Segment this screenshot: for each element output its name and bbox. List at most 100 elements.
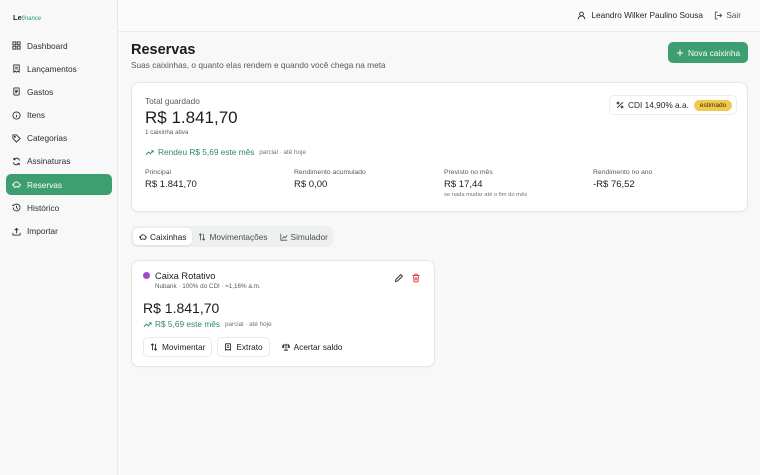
tab-label: Movimentações (209, 231, 268, 242)
file-icon (13, 87, 20, 96)
estimate-badge: estimado (693, 99, 733, 111)
sidebar-item-label: Histórico (27, 202, 60, 213)
sidebar-item-label: Categorias (27, 133, 68, 144)
tag-icon (12, 134, 21, 143)
sidebar-item-historico[interactable]: Histórico (6, 197, 112, 218)
logout-icon (715, 11, 723, 19)
trash-icon[interactable] (411, 273, 421, 283)
tab-bar: Caixinhas Movimentações Simulador (131, 226, 333, 247)
total-label: Total guardado (145, 96, 200, 106)
tab-simulador[interactable]: Simulador (274, 228, 334, 245)
sidebar-item-label: Assinaturas (27, 156, 71, 167)
brand-logo[interactable]: Le finance (13, 13, 41, 22)
box-earned-note: parcial · até hoje (225, 320, 272, 328)
sidebar-item-label: Itens (27, 110, 45, 121)
move-button[interactable]: Movimentar (143, 337, 213, 357)
layout-icon (12, 41, 21, 50)
page-subtitle: Suas caixinhas, o quanto elas rendem e q… (131, 60, 386, 70)
history-icon (12, 203, 21, 212)
user-menu[interactable]: Leandro Wilker Paulino Sousa (577, 10, 703, 20)
active-count: 1 caixinha ativa (145, 129, 189, 136)
metric-value: R$ 1.841,70 (145, 179, 197, 190)
tab-caixinhas[interactable]: Caixinhas (133, 228, 193, 245)
metric-label: Rendimento acumulado (294, 169, 366, 176)
box-meta: Nubank · 100% do CDI · ≈1,16% a.m. (155, 283, 261, 290)
savings-box-card: Caixa Rotativo Nubank · 100% do CDI · ≈1… (131, 260, 435, 367)
user-name: Leandro Wilker Paulino Sousa (591, 10, 703, 20)
metric-label: Principal (145, 169, 172, 176)
chart-icon (279, 233, 288, 241)
upload-icon (12, 227, 21, 236)
sidebar-item-importar[interactable]: Importar (6, 221, 112, 242)
box-name: Caixa Rotativo (155, 271, 216, 281)
trending-up-icon (143, 321, 152, 327)
sidebar-item-label: Reservas (27, 179, 63, 190)
sidebar-item-label: Lançamentos (27, 63, 77, 74)
metric-label: Rendimento no ano (593, 169, 653, 176)
info-icon (12, 111, 21, 120)
brand-prefix: Le (13, 13, 22, 22)
metric-year: Rendimento no ano -R$ 76,52 (593, 169, 652, 190)
sidebar-item-gastos[interactable]: Gastos (6, 81, 112, 102)
box-earned-row: R$ 5,69 este mês parcial · até hoje (143, 319, 272, 329)
swap-icon (150, 343, 158, 351)
sidebar-nav: Dashboard Lançamentos Gastos Itens Categ… (6, 35, 112, 244)
tab-label: Simulador (290, 231, 328, 242)
box-actions: Movimentar Extrato Acertar saldo (143, 337, 355, 357)
move-label: Movimentar (162, 342, 206, 352)
scale-icon (281, 343, 290, 351)
logout-button[interactable]: Sair (714, 10, 741, 20)
earned-text: Rendeu R$ 5,69 este mês (158, 147, 255, 157)
sidebar-item-reservas[interactable]: Reservas (6, 174, 112, 196)
summary-card: Total guardado R$ 1.841,70 1 caixinha at… (131, 82, 748, 212)
receipt-icon (225, 343, 232, 351)
new-box-button[interactable]: Nova caixinha (668, 42, 748, 63)
tab-label: Caixinhas (150, 231, 187, 242)
cdi-indicator: CDI 14,90% a.a. estimado (609, 95, 737, 115)
sidebar: Le finance Dashboard Lançamentos Gastos I… (0, 0, 118, 475)
refresh-icon (12, 157, 21, 166)
adjust-balance-label: Acertar saldo (293, 342, 343, 352)
sidebar-item-assinaturas[interactable]: Assinaturas (6, 151, 112, 172)
metric-value: R$ 17,44 (444, 179, 483, 190)
new-box-label: Nova caixinha (687, 47, 741, 58)
piggy-icon (12, 181, 21, 188)
metric-value: R$ 0,00 (294, 179, 328, 190)
plus-icon (676, 49, 684, 56)
statement-label: Extrato (236, 342, 263, 352)
adjust-balance-button[interactable]: Acertar saldo (275, 337, 350, 357)
metric-forecast: Previsto no mês R$ 17,44 se nada mudar a… (444, 169, 527, 198)
logout-label: Sair (726, 10, 741, 20)
top-bar: Leandro Wilker Paulino Sousa Sair (118, 0, 760, 32)
sidebar-item-label: Gastos (27, 86, 54, 97)
box-value: R$ 1.841,70 (143, 300, 220, 316)
metric-label: Previsto no mês (444, 169, 493, 176)
total-value: R$ 1.841,70 (145, 108, 238, 127)
brand-suffix: finance (21, 16, 42, 22)
sidebar-item-label: Dashboard (27, 40, 68, 51)
sidebar-item-lancamentos[interactable]: Lançamentos (6, 58, 112, 79)
metric-principal: Principal R$ 1.841,70 (145, 169, 197, 190)
earned-note: parcial · até hoje (259, 148, 306, 156)
box-earned-text: R$ 5,69 este mês (155, 319, 221, 329)
percent-icon (616, 101, 624, 109)
page-title: Reservas (131, 42, 196, 58)
piggy-icon (139, 233, 147, 240)
receipt-icon (13, 64, 20, 74)
swap-icon (199, 232, 206, 241)
cdi-label: CDI 14,90% a.a. (628, 100, 689, 110)
statement-button[interactable]: Extrato (217, 337, 270, 357)
user-icon (578, 11, 586, 19)
box-color-dot (143, 272, 150, 279)
metric-value: -R$ 76,52 (593, 179, 635, 190)
sidebar-item-categorias[interactable]: Categorias (6, 128, 112, 149)
edit-icon[interactable] (394, 273, 404, 283)
sidebar-item-label: Importar (27, 226, 58, 236)
sidebar-item-dashboard[interactable]: Dashboard (6, 35, 112, 56)
sidebar-item-itens[interactable]: Itens (6, 105, 112, 126)
metric-note: se nada mudar até o fim do mês (444, 192, 528, 198)
tab-movimentacoes[interactable]: Movimentações (192, 228, 273, 245)
earned-row: Rendeu R$ 5,69 este mês parcial · até ho… (145, 147, 306, 157)
trending-up-icon (145, 149, 154, 155)
metric-accumulated: Rendimento acumulado R$ 0,00 (294, 169, 366, 190)
